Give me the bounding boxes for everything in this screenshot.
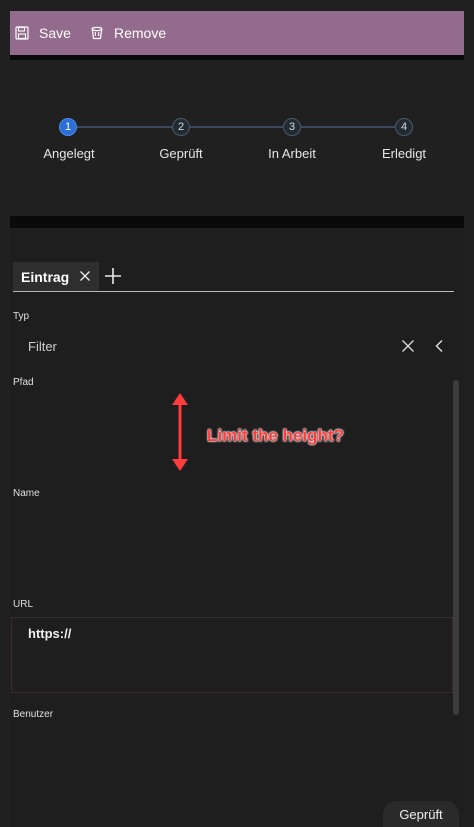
double-arrow-annotation: [172, 393, 188, 471]
save-label: Save: [39, 25, 71, 41]
trash-icon: [91, 26, 103, 40]
remove-label: Remove: [114, 25, 167, 41]
url-value[interactable]: https://: [28, 626, 71, 641]
close-icon[interactable]: [79, 270, 91, 282]
chevron-left-icon[interactable]: [434, 339, 444, 353]
command-toolbar: Save Remove: [10, 11, 464, 55]
step-1-label: Angelegt: [43, 146, 95, 161]
url-label: URL: [13, 599, 34, 610]
typ-label: Typ: [13, 311, 30, 322]
step-3-label: In Arbeit: [268, 146, 316, 161]
annotation-text: Limit the height?: [207, 426, 344, 445]
tab-eintrag[interactable]: Eintrag: [13, 262, 99, 291]
step-3-circle[interactable]: 3: [283, 118, 301, 136]
remove-button[interactable]: Remove: [90, 25, 166, 41]
tab-underline: [13, 291, 454, 292]
step-4-label: Erledigt: [381, 146, 427, 161]
form-panel: [10, 229, 464, 827]
url-field[interactable]: [11, 617, 453, 693]
tab-eintrag-label: Eintrag: [21, 268, 70, 285]
save-button[interactable]: Save: [15, 25, 71, 41]
stepper-line: [75, 126, 399, 128]
pfad-label: Pfad: [13, 377, 34, 388]
save-icon: [15, 26, 29, 40]
step-4-circle[interactable]: 4: [395, 118, 413, 136]
vertical-scrollbar[interactable]: [453, 380, 459, 715]
clear-icon[interactable]: [401, 339, 415, 353]
toolbar-divider: [10, 55, 464, 60]
add-tab-icon[interactable]: [104, 267, 122, 285]
status-button[interactable]: Geprüft: [383, 801, 459, 827]
typ-filter-input[interactable]: Filter: [28, 339, 57, 354]
section-divider: [10, 216, 464, 228]
name-label: Name: [13, 488, 40, 499]
step-1-circle[interactable]: 1: [59, 118, 77, 136]
step-2-circle[interactable]: 2: [172, 118, 190, 136]
benutzer-label: Benutzer: [13, 709, 54, 720]
step-2-label: Geprüft: [159, 146, 203, 161]
